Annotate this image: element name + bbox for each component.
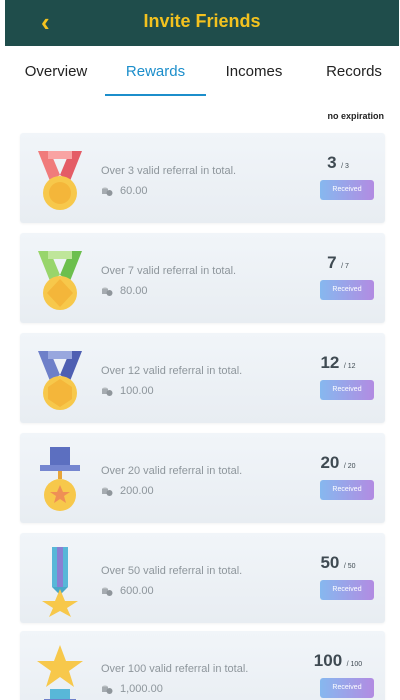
reward-description: Over 100 valid referral in total. bbox=[101, 663, 249, 675]
progress-count: 7 / 7 bbox=[327, 253, 349, 272]
reward-card: Over 3 valid referral in total. 60.00 3 … bbox=[20, 133, 385, 223]
tab-overview[interactable]: Overview bbox=[16, 60, 96, 84]
received-button[interactable]: Received bbox=[320, 280, 374, 300]
received-button[interactable]: Received bbox=[320, 380, 374, 400]
coin-icon bbox=[102, 685, 113, 694]
medal-icon bbox=[38, 351, 82, 410]
coin-icon bbox=[102, 387, 113, 396]
progress-count: 20 / 20 bbox=[320, 453, 356, 472]
received-button[interactable]: Received bbox=[320, 180, 374, 200]
reward-amount: 1,000.00 bbox=[101, 683, 163, 695]
coin-icon bbox=[102, 187, 113, 196]
reward-description: Over 7 valid referral in total. bbox=[101, 265, 237, 277]
expiration-note: no expiration bbox=[327, 111, 384, 121]
reward-amount: 600.00 bbox=[101, 585, 154, 597]
reward-description: Over 20 valid referral in total. bbox=[101, 465, 243, 477]
progress-count: 12 / 12 bbox=[320, 353, 356, 372]
reward-card: Over 50 valid referral in total. 600.00 … bbox=[20, 533, 385, 623]
reward-description: Over 50 valid referral in total. bbox=[101, 565, 243, 577]
received-button[interactable]: Received bbox=[320, 580, 374, 600]
reward-card: Over 20 valid referral in total. 200.00 … bbox=[20, 433, 385, 523]
page-title: Invite Friends bbox=[143, 11, 261, 31]
coin-icon bbox=[102, 487, 113, 496]
medal-icon bbox=[38, 151, 82, 210]
reward-amount: 200.00 bbox=[101, 485, 154, 497]
progress-count: 3 / 3 bbox=[327, 153, 349, 172]
received-button[interactable]: Received bbox=[320, 678, 374, 698]
reward-description: Over 12 valid referral in total. bbox=[101, 365, 243, 377]
reward-amount: 80.00 bbox=[101, 285, 148, 297]
reward-card: Over 12 valid referral in total. 100.00 … bbox=[20, 333, 385, 423]
reward-card: Over 100 valid referral in total. 1,000.… bbox=[20, 631, 385, 700]
progress-count: 100 / 100 bbox=[313, 651, 363, 670]
medal-icon bbox=[37, 645, 83, 700]
medal-icon bbox=[42, 547, 78, 617]
received-button[interactable]: Received bbox=[320, 480, 374, 500]
reward-amount: 60.00 bbox=[101, 185, 148, 197]
header-bar: ‹ Invite Friends bbox=[5, 0, 399, 46]
reward-description: Over 3 valid referral in total. bbox=[101, 165, 237, 177]
medal-icon bbox=[38, 251, 82, 310]
coin-icon bbox=[102, 587, 113, 596]
active-tab-indicator bbox=[105, 94, 206, 96]
tab-incomes[interactable]: Incomes bbox=[214, 60, 294, 84]
tab-records[interactable]: Records bbox=[314, 60, 394, 84]
tab-rewards[interactable]: Rewards bbox=[105, 60, 206, 84]
reward-amount: 100.00 bbox=[101, 385, 154, 397]
progress-count: 50 / 50 bbox=[320, 553, 356, 572]
medal-icon bbox=[40, 447, 80, 511]
coin-icon bbox=[102, 287, 113, 296]
reward-card: Over 7 valid referral in total. 80.00 7 … bbox=[20, 233, 385, 323]
